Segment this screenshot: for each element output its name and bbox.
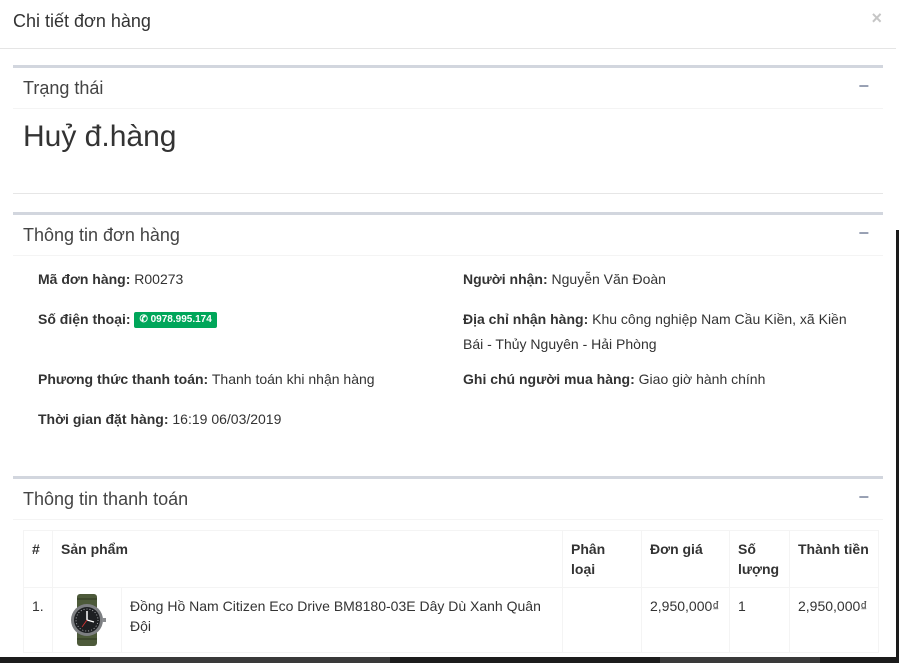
phone-badge[interactable]: ✆ 0978.995.174 (134, 312, 217, 329)
col-category-line2: loại (571, 561, 596, 577)
payment-info-title: Thông tin thanh toán (23, 489, 189, 509)
order-time-label: Thời gian đặt hàng: (38, 411, 169, 427)
address-line1: Khu công nghiệp Nam Cầu Kiền, xã Kiền (592, 311, 847, 327)
row-index: 1. (23, 587, 53, 653)
buyer-note-value: Giao giờ hành chính (638, 371, 766, 387)
watch-icon (71, 594, 106, 646)
payment-info-header: Thông tin thanh toán − (13, 479, 883, 520)
col-category-line1: Phân (571, 541, 606, 557)
col-unit-price: Đơn giá (641, 530, 730, 588)
order-items-table: # Sản phẩm Phân loại Đơn giá Số lượng Thàn… (23, 530, 879, 653)
payment-info-box: Thông tin thanh toán − # Sản phẩm Phân lo… (13, 476, 883, 666)
status-box-title: Trạng thái (23, 78, 104, 98)
address-label: Địa chỉ nhận hàng: (463, 311, 589, 327)
phone-row: Số điện thoại: ✆ 0978.995.174 (38, 307, 217, 332)
col-quantity-line2: lượng (738, 561, 780, 577)
payment-method-label: Phương thức thanh toán: (38, 371, 209, 387)
recipient-row: Người nhận: Nguyễn Văn Đoàn (463, 267, 666, 292)
phone-icon: ✆ (139, 314, 148, 326)
status-box-header: Trạng thái − (13, 68, 883, 109)
modal-header: Chi tiết đơn hàng × (0, 0, 899, 49)
divider (13, 193, 883, 194)
order-time-value: 16:19 06/03/2019 (172, 411, 282, 427)
order-info-title: Thông tin đơn hàng (23, 225, 180, 245)
product-category (562, 587, 642, 653)
order-info-box: Thông tin đơn hàng − Mã đơn hàng: R00273… (13, 212, 883, 458)
col-quantity: Số lượng (729, 530, 790, 588)
buyer-note-label: Ghi chú người mua hàng: (463, 371, 635, 387)
buyer-note-row: Ghi chú người mua hàng: Giao giờ hành ch… (463, 367, 765, 392)
payment-method-value: Thanh toán khi nhận hàng (211, 371, 375, 387)
address-line2: Bái - Thủy Nguyên - Hải Phòng (463, 336, 657, 352)
payment-method-row: Phương thức thanh toán: Thanh toán khi n… (38, 367, 375, 392)
product-unit-price: 2,950,000₫ (641, 587, 730, 653)
table-header-row: # Sản phẩm Phân loại Đơn giá Số lượng Thàn… (23, 530, 879, 588)
recipient-value: Nguyễn Văn Đoàn (551, 271, 666, 287)
close-icon[interactable]: × (871, 8, 882, 29)
order-code-row: Mã đơn hàng: R00273 (38, 267, 183, 292)
col-total: Thành tiền (789, 530, 879, 588)
bottom-backdrop-bar (0, 657, 899, 663)
collapse-minus-icon[interactable]: − (858, 76, 869, 97)
product-total: 2,950,000₫ (789, 587, 879, 653)
phone-label: Số điện thoại: (38, 311, 131, 327)
order-code-value: R00273 (134, 271, 184, 287)
col-category: Phân loại (562, 530, 642, 588)
product-name[interactable]: Đồng Hồ Nam Citizen Eco Drive BM8180-03E… (121, 587, 563, 653)
status-box: Trạng thái − Huỷ đ.hàng (13, 65, 883, 173)
phone-value: 0978.995.174 (150, 314, 212, 326)
order-time-row: Thời gian đặt hàng: 16:19 06/03/2019 (38, 407, 281, 432)
order-info-header: Thông tin đơn hàng − (13, 215, 883, 256)
order-code-label: Mã đơn hàng: (38, 271, 131, 287)
product-thumbnail-cell (52, 587, 122, 653)
collapse-minus-icon[interactable]: − (858, 487, 869, 508)
col-quantity-line1: Số (738, 541, 756, 557)
product-quantity: 1 (729, 587, 790, 653)
table-row: 1. Đồng Hồ Nam Citizen Eco Drive BM8180-… (23, 587, 879, 653)
col-index: # (23, 530, 53, 588)
recipient-label: Người nhận: (463, 271, 548, 287)
backdrop-segment (90, 657, 390, 663)
col-product: Sản phẩm (52, 530, 563, 588)
modal-title: Chi tiết đơn hàng (13, 11, 151, 31)
address-row: Địa chỉ nhận hàng: Khu công nghiệp Nam C… (463, 307, 873, 357)
collapse-minus-icon[interactable]: − (858, 223, 869, 244)
backdrop-segment (660, 657, 820, 663)
order-status: Huỷ đ.hàng (23, 120, 177, 153)
